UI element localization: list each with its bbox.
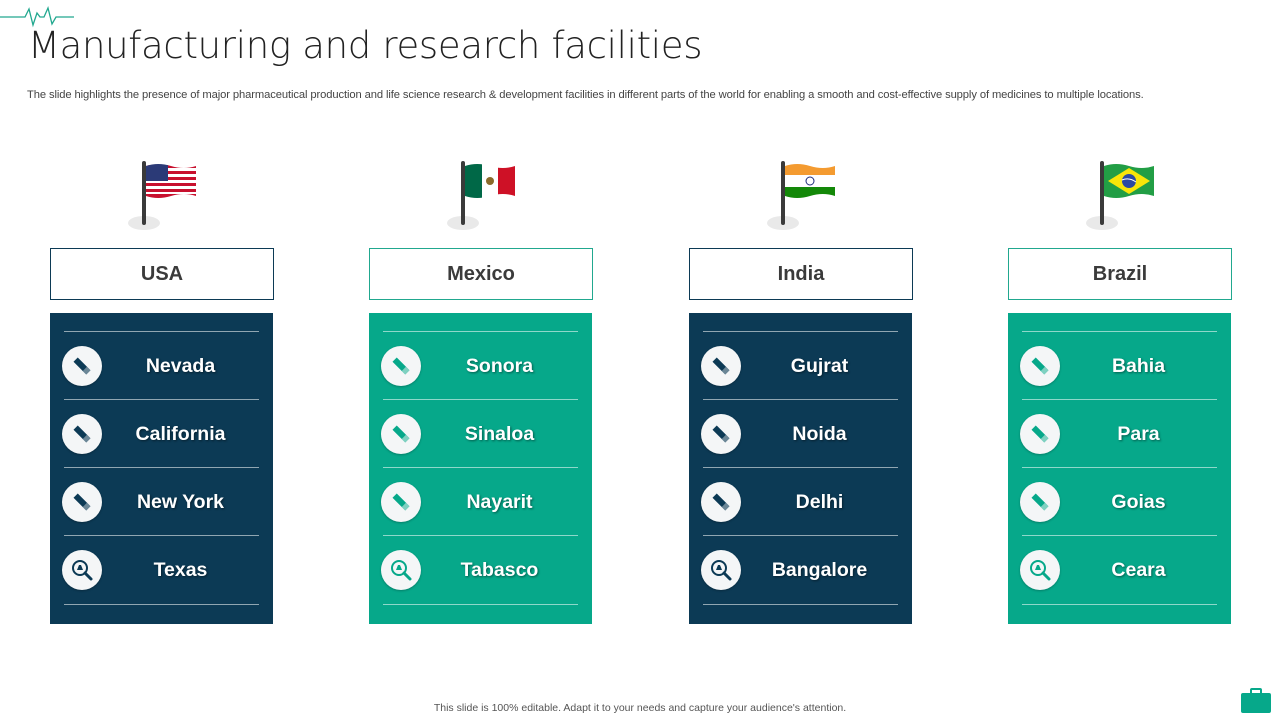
locations-card-brazil: Bahia Para Goias Ceara [1008, 313, 1231, 624]
list-item: California [50, 400, 273, 468]
list-item: Noida [689, 400, 912, 468]
list-item: Bangalore [689, 536, 912, 604]
list-item: Para [1008, 400, 1231, 468]
locations-card-mexico: Sonora Sinaloa Nayarit Tabasco [369, 313, 592, 624]
list-item: Nevada [50, 332, 273, 400]
list-item: Tabasco [369, 536, 592, 604]
mexico-flag-icon [445, 158, 515, 234]
country-label-mexico: Mexico [369, 248, 593, 300]
list-item: Ceara [1008, 536, 1231, 604]
briefcase-icon [1241, 688, 1271, 713]
page-subtitle: The slide highlights the presence of maj… [27, 89, 1144, 101]
list-item: Goias [1008, 468, 1231, 536]
page-title: Manufacturing and research facilities [28, 24, 703, 67]
list-item: Sonora [369, 332, 592, 400]
footer-note: This slide is 100% editable. Adapt it to… [433, 702, 847, 714]
locations-card-usa: Nevada California New York Texas [50, 313, 273, 624]
country-column-india: India Gujrat Noida Delhi Bangalore [689, 156, 913, 626]
list-item: Nayarit [369, 468, 592, 536]
locations-card-india: Gujrat Noida Delhi Bangalore [689, 313, 912, 624]
country-column-mexico: Mexico Sonora Sinaloa Nayarit Tabasco [369, 156, 593, 626]
list-item: Bahia [1008, 332, 1231, 400]
usa-flag-icon [126, 158, 196, 234]
country-label-india: India [689, 248, 913, 300]
list-item: Gujrat [689, 332, 912, 400]
list-item: Delhi [689, 468, 912, 536]
list-item: Texas [50, 536, 273, 604]
india-flag-icon [765, 158, 835, 234]
country-column-brazil: Brazil Bahia Para Goias Ceara [1008, 156, 1232, 626]
country-column-usa: USA Nevada California New York Texas [50, 156, 274, 626]
country-label-usa: USA [50, 248, 274, 300]
list-item: New York [50, 468, 273, 536]
country-label-brazil: Brazil [1008, 248, 1232, 300]
brazil-flag-icon [1084, 158, 1154, 234]
list-item: Sinaloa [369, 400, 592, 468]
